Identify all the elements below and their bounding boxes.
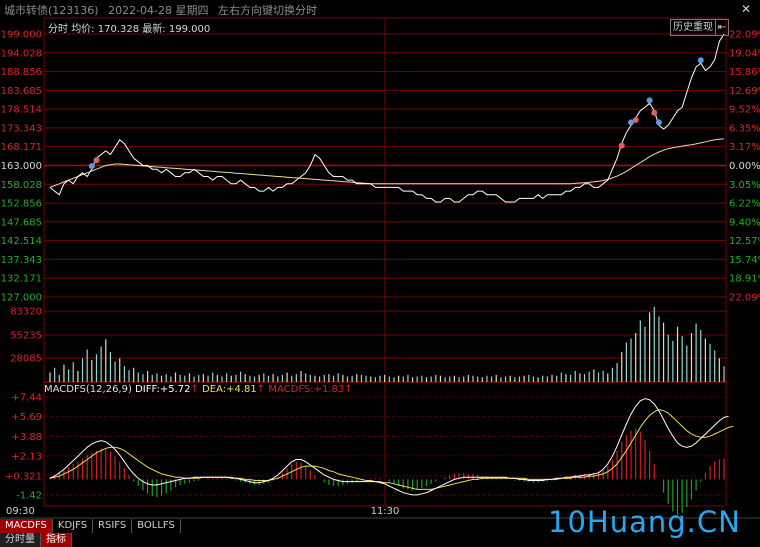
price-axis: 199.000 194.028 188.856 183.685 178.514 173.3… bbox=[1, 30, 42, 304]
percent-tick: 12.69% bbox=[729, 86, 760, 97]
price-tick: 132.171 bbox=[1, 274, 42, 285]
key-hint: 左右方向键切换分时 bbox=[218, 4, 318, 17]
watermark: 10Huang.CN bbox=[548, 505, 741, 539]
buy-signal-dot bbox=[651, 109, 658, 116]
tab-bollfs[interactable]: BOLLFS bbox=[132, 519, 181, 533]
price-tick: 183.685 bbox=[1, 86, 42, 97]
volume-axis: 83320 55235 28085 bbox=[10, 307, 42, 365]
sell-signal-dot bbox=[697, 57, 704, 64]
tab-macdfs[interactable]: MACDFS bbox=[0, 519, 53, 533]
diff-value: +5.72 bbox=[159, 384, 191, 395]
macdfs-label: MACDFS: bbox=[268, 384, 314, 395]
sell-signal-dot bbox=[655, 119, 662, 126]
percent-tick: 3.05% bbox=[729, 180, 760, 191]
percent-tick: 9.52% bbox=[729, 105, 760, 116]
indicator-tabs: MACDFS KDJFS RSIFS BOLLFS bbox=[0, 519, 181, 533]
price-tick: 194.028 bbox=[1, 48, 42, 59]
price-tick: 158.028 bbox=[1, 180, 42, 191]
time-axis: 09:30 11:30 bbox=[6, 506, 399, 517]
percent-axis: 22.09% 19.04% 15.86% 12.69% 9.52% 6.35% 3.17% 0… bbox=[729, 30, 760, 304]
macdfs-arrow-icon: ↑ bbox=[344, 384, 353, 395]
price-tick: 168.171 bbox=[1, 142, 42, 153]
buy-signal-dot bbox=[618, 142, 625, 149]
price-tick: 173.343 bbox=[1, 123, 42, 134]
dea-arrow-icon: ↑ bbox=[256, 384, 266, 395]
last-label: 最新: bbox=[142, 24, 166, 35]
macdfs-value: +1.83 bbox=[313, 384, 345, 395]
percent-tick: 9.40% bbox=[729, 217, 760, 228]
mode-label: 分时 bbox=[48, 24, 68, 35]
price-tick: 152.856 bbox=[1, 199, 42, 210]
macd-tick: +7.44 bbox=[11, 393, 42, 404]
tab-indicator[interactable]: 指标 bbox=[41, 533, 72, 547]
sell-signal-dot bbox=[88, 163, 95, 170]
chart-canvas: 199.000 194.028 188.856 183.685 178.514 173.3… bbox=[0, 17, 760, 519]
percent-tick: 22.09% bbox=[729, 293, 760, 304]
close-icon[interactable]: ✕ bbox=[738, 2, 754, 16]
signal-dots bbox=[88, 57, 704, 170]
percent-tick: 0.00% bbox=[729, 161, 760, 172]
percent-tick: 6.35% bbox=[729, 123, 760, 134]
tab-kdjfs[interactable]: KDJFS bbox=[52, 519, 94, 533]
price-tick: 199.000 bbox=[1, 30, 42, 41]
macd-tick: +3.88 bbox=[11, 432, 42, 443]
percent-tick: 12.57% bbox=[729, 236, 760, 247]
percent-tick: 15.86% bbox=[729, 67, 760, 78]
macd-tick: +2.13 bbox=[11, 451, 42, 462]
price-line bbox=[49, 33, 725, 203]
percent-tick: 15.74% bbox=[729, 255, 760, 266]
price-tick: 142.514 bbox=[1, 236, 42, 247]
security-name: 城市转债(123136) bbox=[4, 4, 99, 17]
volume-tick: 28085 bbox=[10, 354, 42, 365]
avg-label: 均价: bbox=[71, 24, 95, 35]
time-tick: 11:30 bbox=[371, 506, 400, 517]
dea-value: +4.81 bbox=[226, 384, 257, 395]
percent-tick: 3.17% bbox=[729, 142, 760, 153]
macd-info: MACDFS(12,26,9) DIFF:+5.72↑ DEA:+4.81↑ M… bbox=[44, 384, 353, 395]
dea-label: DEA: bbox=[202, 384, 227, 395]
macd-axis: +7.44 +5.69 +3.88 +2.13 +0.321 -1.42 bbox=[5, 393, 42, 502]
time-tick: 09:30 bbox=[6, 506, 35, 517]
price-tick: 188.856 bbox=[1, 67, 42, 78]
avg-value: 170.328 bbox=[97, 24, 140, 35]
macd-histogram bbox=[49, 428, 725, 515]
volume-bars bbox=[49, 306, 725, 382]
macd-name: MACDFS(12,26,9) bbox=[44, 384, 132, 395]
first-page-icon[interactable]: ⇤ bbox=[715, 19, 729, 36]
percent-tick: 19.04% bbox=[729, 48, 760, 59]
price-tick: 178.514 bbox=[1, 105, 42, 116]
tab-volume[interactable]: 分时量 bbox=[0, 533, 41, 547]
last-value: 199.000 bbox=[168, 24, 211, 35]
price-tick: 147.685 bbox=[1, 217, 42, 228]
diff-label: DIFF: bbox=[135, 384, 160, 395]
price-tick: 127.000 bbox=[1, 293, 42, 304]
volume-tick: 55235 bbox=[10, 331, 42, 342]
tab-rsifs[interactable]: RSIFS bbox=[93, 519, 133, 533]
macd-tick: +0.321 bbox=[5, 471, 42, 482]
percent-tick: 18.91% bbox=[729, 274, 760, 285]
price-info: 分时 均价: 170.328 最新: 199.000 bbox=[48, 20, 210, 35]
percent-tick: 22.09% bbox=[729, 30, 760, 41]
price-tick: 137.343 bbox=[1, 255, 42, 266]
diff-arrow-icon: ↑ bbox=[190, 384, 199, 395]
macd-tick: -1.42 bbox=[16, 491, 42, 502]
sell-signal-dot bbox=[628, 119, 635, 126]
trade-date: 2022-04-28 星期四 bbox=[108, 4, 209, 17]
history-replay-button[interactable]: 历史重现 bbox=[670, 19, 716, 36]
volume-tick: 83320 bbox=[10, 307, 42, 318]
percent-tick: 6.22% bbox=[729, 199, 760, 210]
title-bar: 城市转债(123136) 2022-04-28 星期四 左右方向键切换分时 bbox=[4, 2, 323, 18]
price-tick: 163.000 bbox=[1, 161, 42, 172]
chart-grid bbox=[0, 17, 760, 519]
macd-tick: +5.69 bbox=[11, 412, 42, 423]
bottom-tabs: 分时量 指标 bbox=[0, 533, 72, 547]
sell-signal-dot bbox=[646, 97, 653, 104]
buy-signal-dot bbox=[93, 157, 100, 164]
